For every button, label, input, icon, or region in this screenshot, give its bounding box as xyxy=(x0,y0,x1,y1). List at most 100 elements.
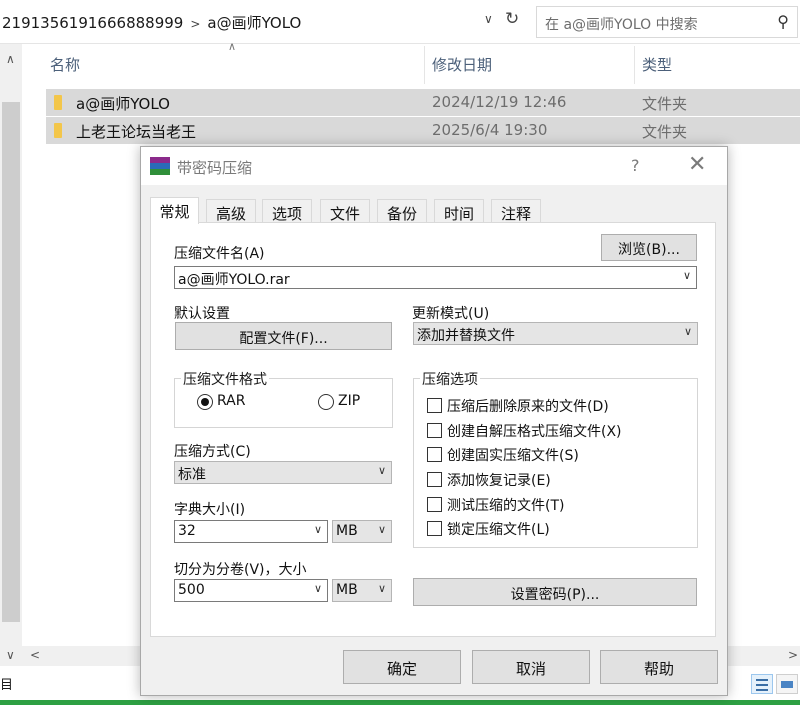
browse-button[interactable]: 浏览(B)... xyxy=(601,234,697,261)
details-view-icon[interactable] xyxy=(751,674,773,694)
archive-name-label: 压缩文件名(A) xyxy=(174,246,265,262)
breadcrumb-item-current[interactable]: a@画师YOLO xyxy=(207,14,301,32)
breadcrumb-item-root[interactable]: 2191356191666888999 xyxy=(2,14,183,32)
set-password-button[interactable]: 设置密码(P)... xyxy=(413,578,697,606)
accent-bar xyxy=(0,700,800,705)
update-mode-select[interactable]: 添加并替换文件 ∨ xyxy=(413,322,698,345)
file-modified: 2025/6/4 19:30 xyxy=(432,121,548,139)
ok-button[interactable]: 确定 xyxy=(343,650,461,684)
default-settings-label: 默认设置 xyxy=(174,306,230,322)
refresh-icon[interactable]: ↻ xyxy=(505,9,519,29)
format-rar-radio[interactable] xyxy=(197,394,213,410)
option-checkbox[interactable] xyxy=(427,521,442,536)
scroll-left-icon[interactable]: < xyxy=(30,648,40,662)
dictionary-unit-value: MB xyxy=(336,523,358,539)
option-label[interactable]: 创建固实压缩文件(S) xyxy=(447,445,579,465)
tab-files[interactable]: 文件 xyxy=(320,199,370,223)
dialog-title: 带密码压缩 xyxy=(177,159,253,177)
search-icon[interactable]: ⚲ xyxy=(777,12,789,31)
column-divider[interactable] xyxy=(634,46,635,84)
file-row[interactable]: 上老王论坛当老王 2025/6/4 19:30 文件夹 xyxy=(46,117,800,144)
file-row[interactable]: a@画师YOLO 2024/12/19 12:46 文件夹 xyxy=(46,89,800,116)
tab-general[interactable]: 常规 xyxy=(150,197,199,224)
help-button[interactable]: 帮助 xyxy=(600,650,718,684)
chevron-down-icon[interactable]: ∨ xyxy=(378,523,386,536)
cancel-button[interactable]: 取消 xyxy=(472,650,590,684)
search-placeholder: 在 a@画师YOLO 中搜索 xyxy=(545,17,698,33)
update-mode-value: 添加并替换文件 xyxy=(417,328,515,344)
column-header-type[interactable]: 类型 xyxy=(642,54,672,75)
archiving-options-group: 压缩选项 压缩后删除原来的文件(D) 创建自解压格式压缩文件(X) 创建固实压缩… xyxy=(413,369,698,548)
option-label[interactable]: 锁定压缩文件(L) xyxy=(447,519,550,539)
file-name: 上老王论坛当老王 xyxy=(76,123,197,141)
dictionary-label: 字典大小(I) xyxy=(174,502,246,518)
option-checkbox[interactable] xyxy=(427,447,442,462)
split-size-value: 500 xyxy=(178,582,205,598)
file-name: a@画师YOLO xyxy=(76,95,170,113)
dialog-titlebar[interactable]: 带密码压缩 ? ✕ xyxy=(141,147,727,185)
breadcrumb[interactable]: 2191356191666888999 > a@画师YOLO xyxy=(2,12,301,33)
option-checkbox[interactable] xyxy=(427,398,442,413)
sort-ascending-icon: ∧ xyxy=(228,40,237,53)
option-label[interactable]: 创建自解压格式压缩文件(X) xyxy=(447,421,622,441)
method-value: 标准 xyxy=(178,467,206,483)
tab-time[interactable]: 时间 xyxy=(434,199,484,223)
split-size-select[interactable]: 500 ∨ xyxy=(174,579,328,602)
scroll-thumb[interactable] xyxy=(2,102,20,622)
vertical-scrollbar[interactable]: ∧ ∨ xyxy=(0,44,22,674)
split-volumes-label: 切分为分卷(V)，大小 xyxy=(174,562,307,578)
address-bar[interactable]: 2191356191666888999 > a@画师YOLO ∨ ↻ 在 a@画师Y… xyxy=(0,0,800,44)
split-unit-value: MB xyxy=(336,582,358,598)
archive-format-group: 压缩文件格式 RAR ZIP xyxy=(174,369,393,428)
search-input[interactable]: 在 a@画师YOLO 中搜索 ⚲ xyxy=(536,6,798,38)
option-label[interactable]: 压缩后删除原来的文件(D) xyxy=(447,396,609,416)
close-icon[interactable]: ✕ xyxy=(688,152,706,177)
option-label[interactable]: 添加恢复记录(E) xyxy=(447,470,551,490)
update-mode-label: 更新模式(U) xyxy=(412,306,490,322)
column-header-name[interactable]: 名称 xyxy=(50,54,80,75)
option-checkbox[interactable] xyxy=(427,497,442,512)
large-icons-view-icon[interactable] xyxy=(776,674,798,694)
chevron-down-icon[interactable]: ∨ xyxy=(683,269,691,282)
scroll-right-icon[interactable]: > xyxy=(788,648,798,662)
scroll-up-icon[interactable]: ∧ xyxy=(6,52,15,66)
file-type: 文件夹 xyxy=(642,95,688,113)
tab-options[interactable]: 选项 xyxy=(262,199,312,223)
option-checkbox[interactable] xyxy=(427,423,442,438)
chevron-down-icon[interactable]: ∨ xyxy=(484,12,493,26)
format-zip-label[interactable]: ZIP xyxy=(338,393,360,409)
help-icon[interactable]: ? xyxy=(631,156,640,175)
archive-dialog: 带密码压缩 ? ✕ 常规 高级 选项 文件 备份 时间 注释 压缩文件名(A) … xyxy=(140,146,728,696)
format-rar-label[interactable]: RAR xyxy=(217,393,245,409)
archive-format-title: 压缩文件格式 xyxy=(181,369,269,389)
chevron-down-icon[interactable]: ∨ xyxy=(314,582,322,595)
method-label: 压缩方式(C) xyxy=(174,444,251,460)
chevron-down-icon[interactable]: ∨ xyxy=(378,464,386,477)
option-label[interactable]: 测试压缩的文件(T) xyxy=(447,495,564,515)
tab-comment[interactable]: 注释 xyxy=(491,199,541,223)
chevron-right-icon: > xyxy=(190,17,201,31)
chevron-down-icon[interactable]: ∨ xyxy=(314,523,322,536)
column-divider[interactable] xyxy=(424,46,425,84)
file-type: 文件夹 xyxy=(642,123,688,141)
method-select[interactable]: 标准 ∨ xyxy=(174,461,392,484)
general-tab-panel: 压缩文件名(A) 浏览(B)... a@画师YOLO.rar ∨ 默认设置 配置… xyxy=(150,222,716,637)
folder-icon xyxy=(54,123,62,138)
chevron-down-icon[interactable]: ∨ xyxy=(684,325,692,338)
folder-icon xyxy=(54,95,62,110)
column-header-modified[interactable]: 修改日期 xyxy=(432,54,492,75)
tab-advanced[interactable]: 高级 xyxy=(206,199,256,223)
scroll-down-icon[interactable]: ∨ xyxy=(6,648,15,662)
dictionary-unit-select[interactable]: MB ∨ xyxy=(332,520,392,543)
tab-backup[interactable]: 备份 xyxy=(377,199,427,223)
format-zip-radio[interactable] xyxy=(318,394,334,410)
split-unit-select[interactable]: MB ∨ xyxy=(332,579,392,602)
archive-name-input[interactable]: a@画师YOLO.rar ∨ xyxy=(174,266,697,289)
chevron-down-icon[interactable]: ∨ xyxy=(378,582,386,595)
option-checkbox[interactable] xyxy=(427,472,442,487)
dictionary-size-select[interactable]: 32 ∨ xyxy=(174,520,328,543)
winrar-icon xyxy=(150,157,170,175)
archive-name-value: a@画师YOLO.rar xyxy=(178,272,290,288)
profiles-button[interactable]: 配置文件(F)... xyxy=(175,322,392,350)
dictionary-size-value: 32 xyxy=(178,523,196,539)
